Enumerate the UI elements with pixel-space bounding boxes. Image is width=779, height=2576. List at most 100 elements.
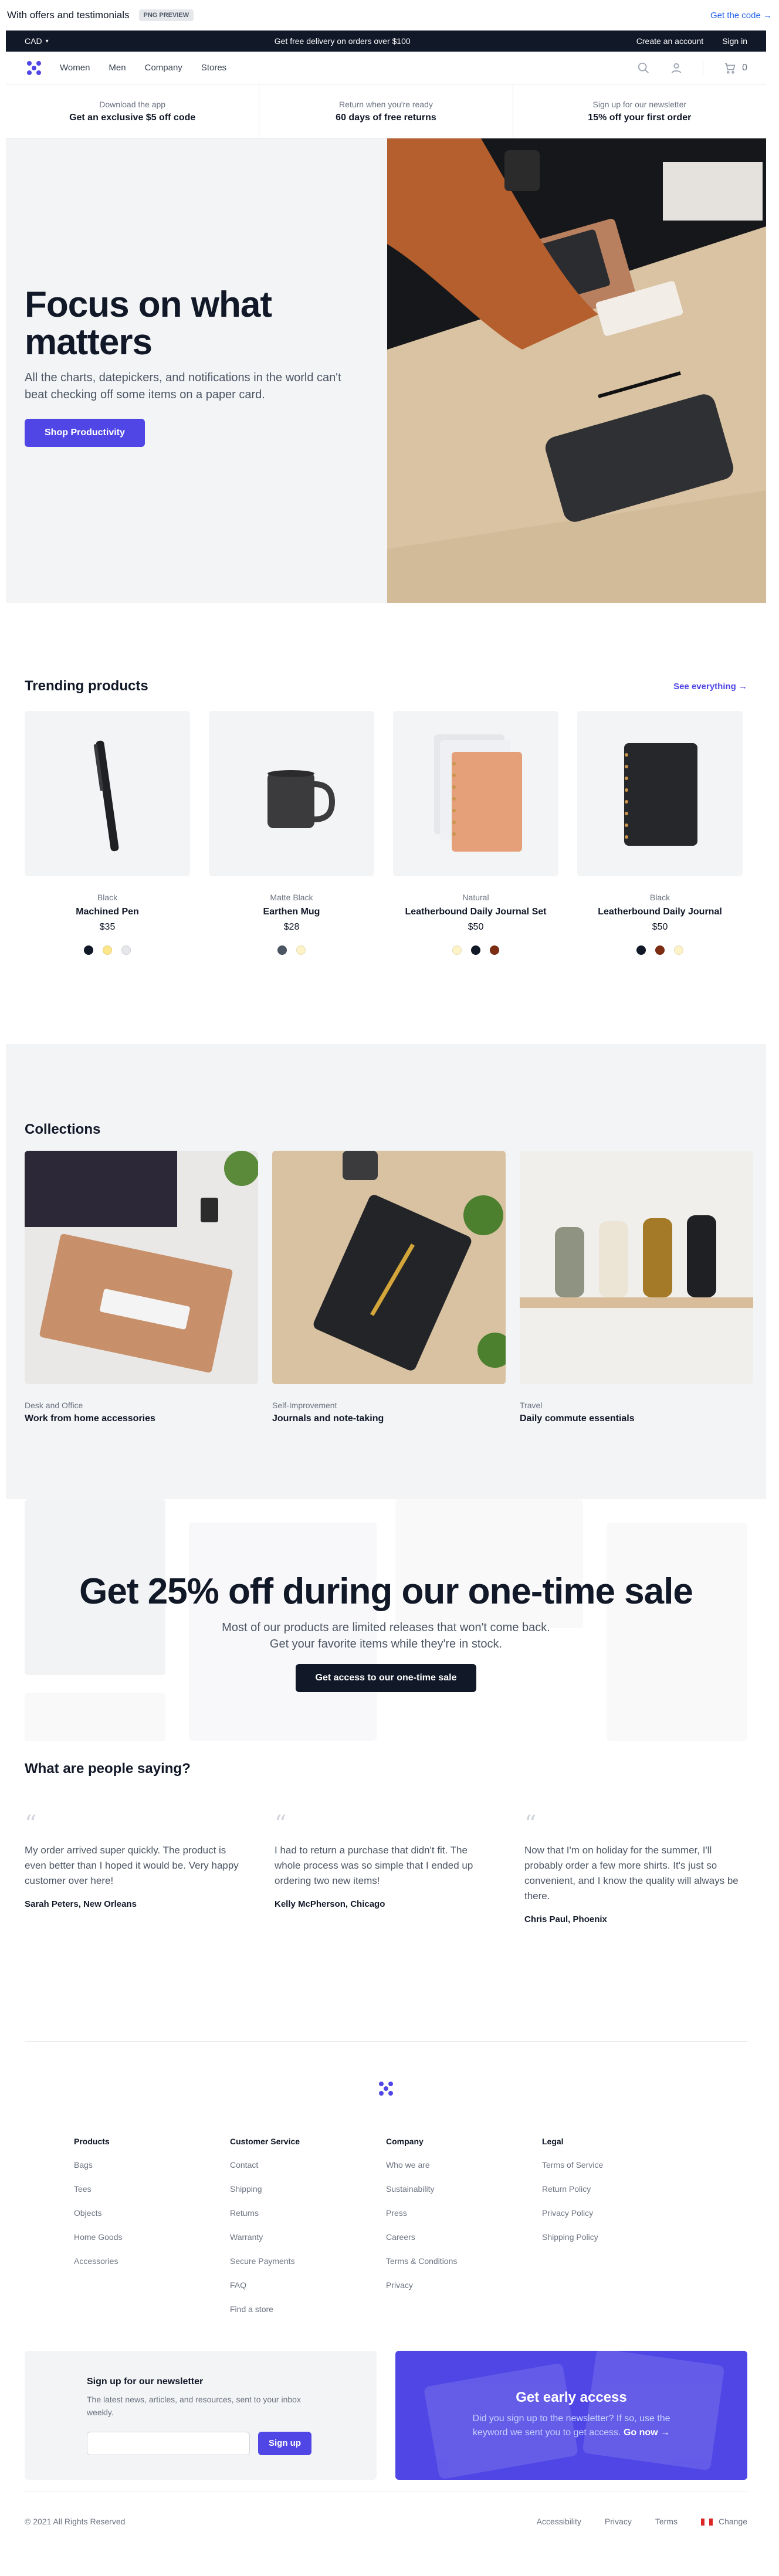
color-swatch[interactable]	[471, 945, 480, 955]
footer-link[interactable]: Who we are	[386, 2160, 542, 2170]
footer-link[interactable]: Returns	[230, 2208, 386, 2218]
footer-logo-icon[interactable]	[377, 2079, 395, 2098]
change-label: Change	[718, 2516, 747, 2526]
product-card[interactable]: Black Machined Pen $35	[25, 711, 190, 955]
color-swatch[interactable]	[103, 945, 112, 955]
color-swatch[interactable]	[636, 945, 646, 955]
preview-badge: PNG PREVIEW	[138, 9, 194, 21]
create-account-link[interactable]: Create an account	[636, 36, 703, 46]
footer-link[interactable]: FAQ	[230, 2280, 386, 2290]
collection-subtitle: Travel	[520, 1401, 543, 1410]
color-swatch[interactable]	[655, 945, 665, 955]
early-access-title: Get early access	[516, 2389, 627, 2405]
go-now-link[interactable]: Go now →	[624, 2428, 670, 2438]
newsletter-email-input[interactable]	[87, 2432, 250, 2455]
testimonials-section: What are people saying? “ My order arriv…	[6, 1741, 766, 2041]
product-image-journal	[577, 711, 743, 876]
footer-link[interactable]: Shipping Policy	[542, 2232, 698, 2242]
sign-up-button[interactable]: Sign up	[258, 2432, 311, 2455]
footer-bottom-link[interactable]: Privacy	[605, 2517, 632, 2526]
announcement-bar: CAD ▾ Get free delivery on orders over $…	[6, 30, 766, 52]
product-price: $28	[283, 922, 300, 932]
footer-link[interactable]: Privacy Policy	[542, 2208, 698, 2218]
user-icon[interactable]	[670, 62, 683, 74]
nav-link-company[interactable]: Company	[145, 63, 182, 73]
footer-link[interactable]: Terms & Conditions	[386, 2256, 542, 2266]
footer-link[interactable]: Warranty	[230, 2232, 386, 2242]
canada-flag-icon	[700, 2518, 713, 2526]
product-price: $35	[99, 922, 116, 932]
nav-link-men[interactable]: Men	[109, 63, 126, 73]
perk-newsletter: Sign up for our newsletter 15% off your …	[513, 84, 766, 138]
footer-link[interactable]: Sustainability	[386, 2184, 542, 2194]
product-card[interactable]: Matte Black Earthen Mug $28	[209, 711, 374, 955]
footer-bottom: © 2021 All Rights Reserved Accessibility…	[25, 2492, 747, 2550]
perk-small: Sign up for our newsletter	[592, 99, 687, 109]
copyright: © 2021 All Rights Reserved	[25, 2516, 126, 2526]
color-swatch[interactable]	[490, 945, 499, 955]
collection-title: Journals and note-taking	[272, 1414, 384, 1423]
testimonial-body: Now that I'm on holiday for the summer, …	[524, 1845, 739, 1902]
collection-image-commute	[520, 1151, 753, 1384]
footer-link[interactable]: Secure Payments	[230, 2256, 386, 2266]
footer-bottom-link[interactable]: Accessibility	[537, 2517, 581, 2526]
collection-card[interactable]: Self-Improvement Journals and note-takin…	[272, 1151, 506, 1424]
footer-link[interactable]: Careers	[386, 2232, 542, 2242]
testimonials-title: What are people saying?	[25, 1761, 191, 1777]
nav-link-stores[interactable]: Stores	[201, 63, 226, 73]
collections-title: Collections	[25, 1121, 101, 1137]
footer-link[interactable]: Bags	[74, 2160, 230, 2170]
footer-link[interactable]: Objects	[74, 2208, 230, 2218]
sale-background-tile	[25, 1693, 165, 1741]
product-card[interactable]: Natural Leatherbound Daily Journal Set $…	[393, 711, 558, 955]
color-swatch[interactable]	[277, 945, 287, 955]
currency-change-button[interactable]: Change	[700, 2516, 747, 2526]
trending-title: Trending products	[25, 678, 148, 694]
see-everything-link[interactable]: See everything →	[673, 682, 747, 692]
footer-link[interactable]: Contact	[230, 2160, 386, 2170]
color-swatch[interactable]	[84, 945, 93, 955]
cart-button[interactable]: 0	[723, 62, 747, 74]
quote-icon: “	[25, 1811, 37, 1838]
perk-bold: Get an exclusive $5 off code	[69, 112, 196, 123]
collection-card[interactable]: Travel Daily commute essentials	[520, 1151, 753, 1424]
quote-icon: “	[275, 1811, 287, 1838]
product-card[interactable]: Black Leatherbound Daily Journal $50	[577, 711, 743, 955]
footer-link[interactable]: Tees	[74, 2184, 230, 2194]
announcement-text: Get free delivery on orders over $100	[274, 36, 411, 46]
footer-bottom-link[interactable]: Terms	[655, 2517, 678, 2526]
sign-in-link[interactable]: Sign in	[722, 36, 747, 46]
hero-image	[387, 138, 766, 603]
collections-section: Collections Desk and Office Work from ho…	[6, 1044, 766, 1499]
color-swatch[interactable]	[296, 945, 306, 955]
color-swatch[interactable]	[452, 945, 462, 955]
trending-section: Trending products See everything → Black…	[6, 603, 766, 1044]
testimonial-card: “ I had to return a purchase that didn't…	[275, 1812, 496, 1924]
get-code-link[interactable]: Get the code →	[710, 11, 772, 21]
footer-link[interactable]: Privacy	[386, 2280, 542, 2290]
early-access-body: Did you sign up to the newsletter? If so…	[463, 2412, 680, 2440]
testimonial-card: “ My order arrived super quickly. The pr…	[25, 1812, 246, 1924]
color-swatches	[209, 945, 374, 955]
product-price: $50	[652, 922, 668, 932]
footer-link[interactable]: Shipping	[230, 2184, 386, 2194]
footer-link[interactable]: Press	[386, 2208, 542, 2218]
footer-link[interactable]: Accessories	[74, 2256, 230, 2266]
sale-access-button[interactable]: Get access to our one-time sale	[295, 1664, 477, 1692]
footer-link[interactable]: Find a store	[230, 2304, 386, 2314]
color-swatch[interactable]	[121, 945, 131, 955]
product-color: Black	[97, 893, 118, 902]
color-swatch[interactable]	[674, 945, 683, 955]
search-icon[interactable]	[637, 62, 650, 74]
footer-link[interactable]: Terms of Service	[542, 2160, 698, 2170]
product-color: Natural	[462, 893, 489, 902]
collection-card[interactable]: Desk and Office Work from home accessori…	[25, 1151, 258, 1424]
nav-link-women[interactable]: Women	[60, 63, 90, 73]
footer-link[interactable]: Home Goods	[74, 2232, 230, 2242]
hero-title: Focus on what matters	[25, 284, 272, 362]
shop-productivity-button[interactable]: Shop Productivity	[25, 419, 145, 447]
logo-icon[interactable]	[25, 59, 43, 77]
footer-link[interactable]: Return Policy	[542, 2184, 698, 2194]
currency-select[interactable]: CAD ▾	[25, 36, 49, 46]
main-nav: Women Men Company Stores 0	[6, 52, 766, 84]
